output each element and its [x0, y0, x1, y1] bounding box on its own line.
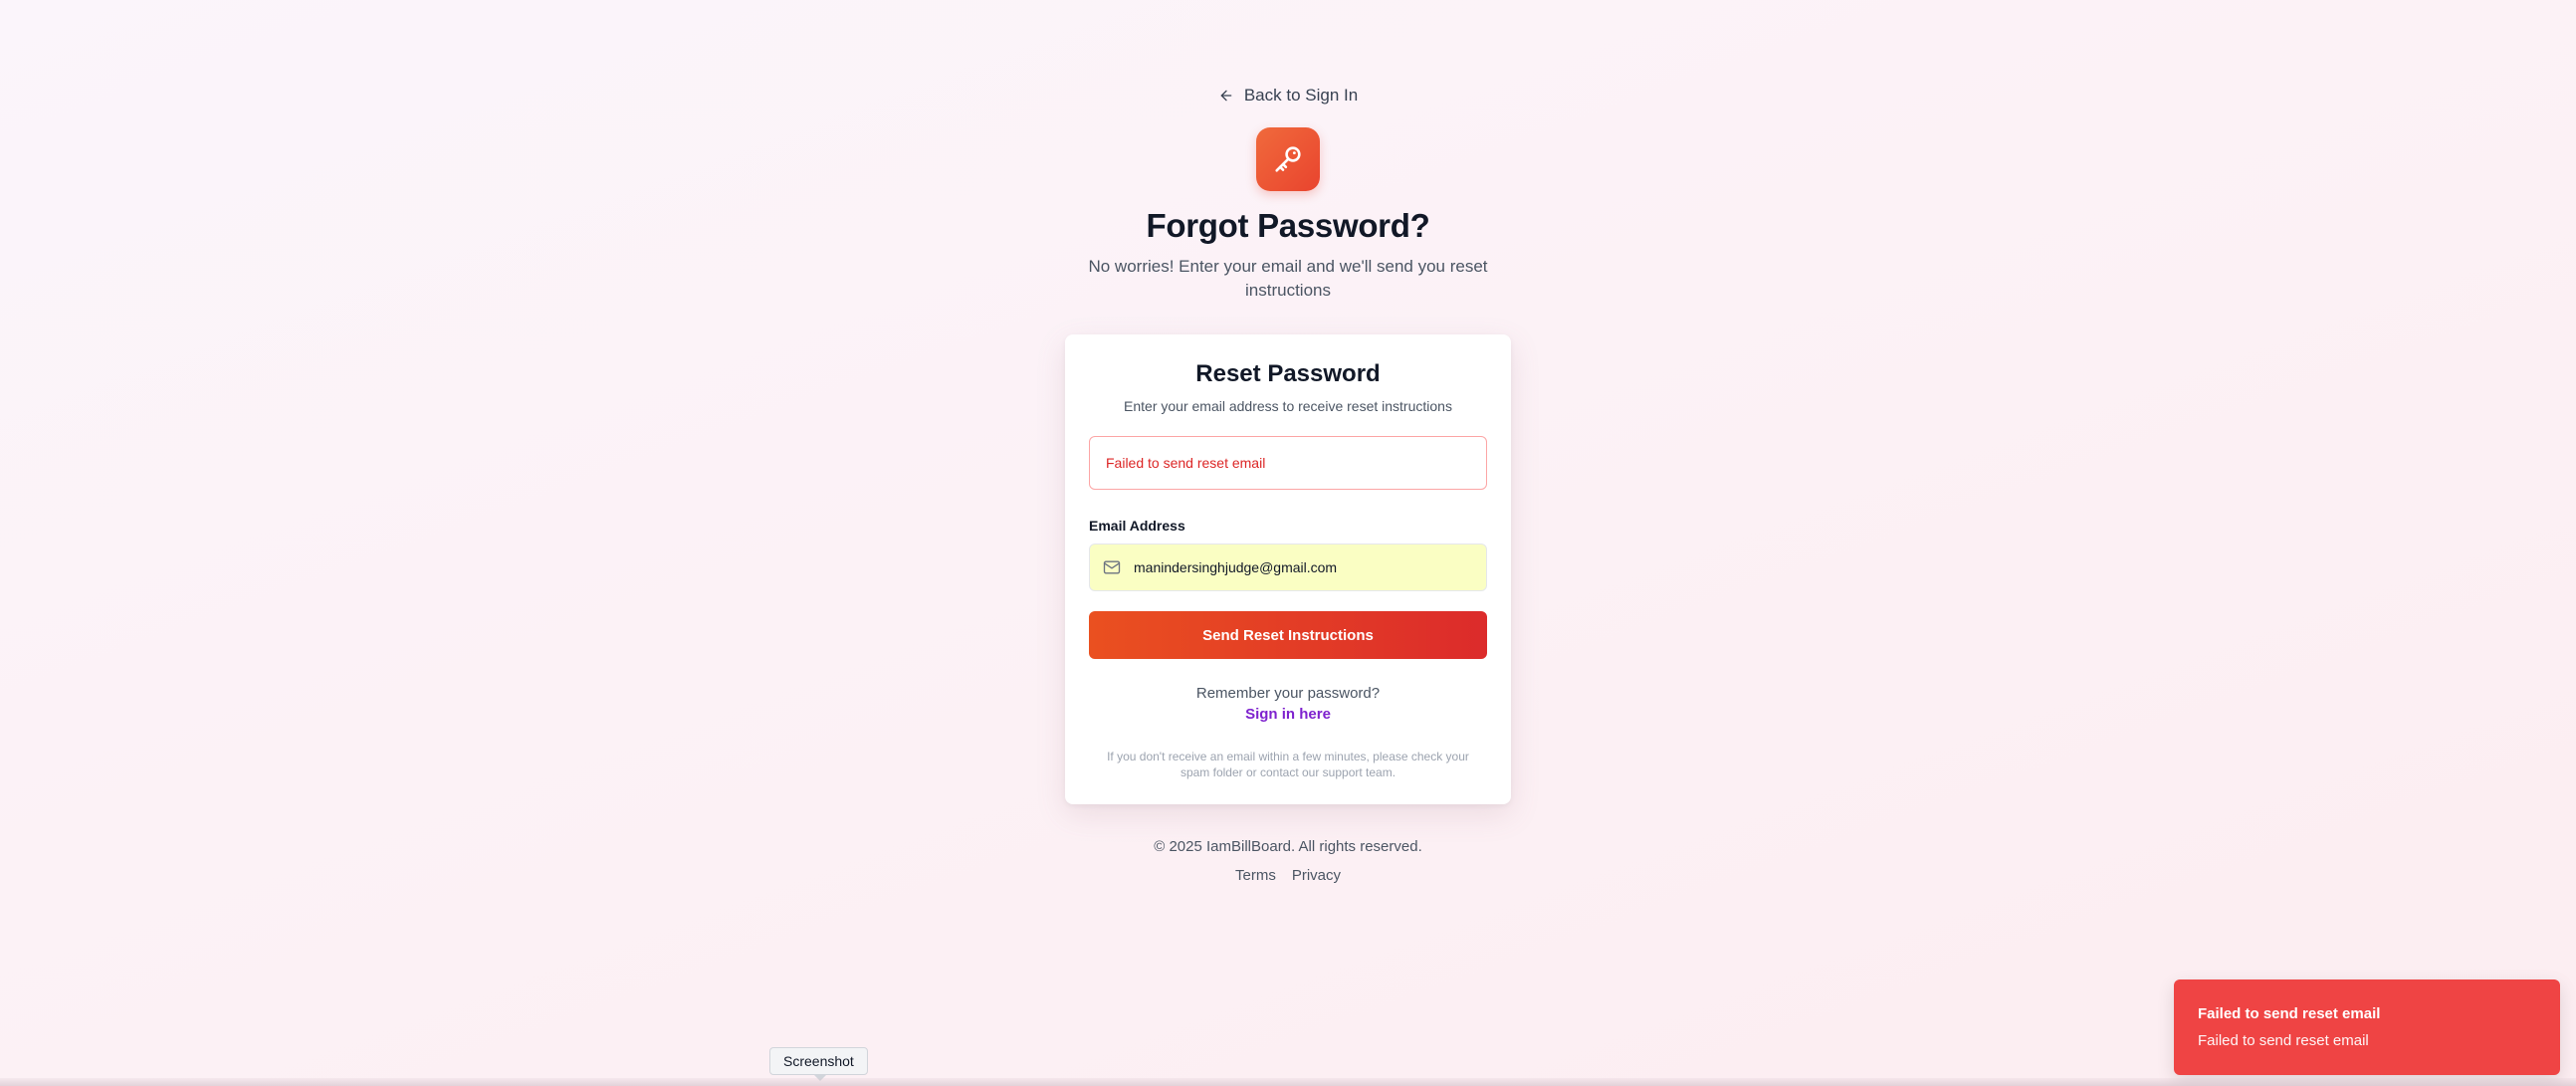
- help-text: If you don't receive an email within a f…: [1107, 750, 1469, 779]
- sign-in-here-link[interactable]: Sign in here: [1089, 706, 1487, 723]
- privacy-link[interactable]: Privacy: [1292, 867, 1341, 884]
- email-label: Email Address: [1089, 518, 1185, 534]
- back-to-sign-in-link[interactable]: Back to Sign In: [1218, 86, 1358, 106]
- toast-title: Failed to send reset email: [2198, 1005, 2381, 1022]
- page-container: Back to Sign In Forgot Password? No worr…: [0, 0, 2576, 884]
- card-title: Reset Password: [1195, 360, 1381, 387]
- send-reset-instructions-button[interactable]: Send Reset Instructions: [1089, 611, 1487, 659]
- error-alert: Failed to send reset email: [1089, 436, 1487, 490]
- email-field[interactable]: [1089, 543, 1487, 591]
- remember-password-text: Remember your password?: [1195, 685, 1381, 702]
- footer-links: Terms Privacy: [1235, 867, 1341, 884]
- key-icon: [1275, 146, 1301, 172]
- mail-icon: [1103, 560, 1121, 574]
- footer-copyright: © 2025 IamBillBoard. All rights reserved…: [1154, 838, 1422, 855]
- app-logo: [1256, 127, 1320, 191]
- page-title: Forgot Password?: [1146, 207, 1430, 244]
- tooltip-label: Screenshot: [783, 1053, 854, 1069]
- card-description: Enter your email address to receive rese…: [1124, 398, 1452, 414]
- page-subtitle: No worries! Enter your email and we'll s…: [1088, 257, 1488, 300]
- bottom-edge: [0, 1078, 2576, 1086]
- screenshot-tooltip: Screenshot: [769, 1047, 868, 1075]
- error-alert-text: Failed to send reset email: [1106, 455, 1266, 471]
- reset-password-card: Reset Password Enter your email address …: [1065, 334, 1511, 804]
- email-input[interactable]: [1132, 558, 1474, 576]
- terms-link[interactable]: Terms: [1235, 867, 1276, 884]
- arrow-left-icon: [1220, 90, 1232, 102]
- toast-description: Failed to send reset email: [2198, 1032, 2369, 1049]
- error-toast[interactable]: Failed to send reset email Failed to sen…: [2174, 979, 2560, 1075]
- back-link-label: Back to Sign In: [1243, 86, 1359, 105]
